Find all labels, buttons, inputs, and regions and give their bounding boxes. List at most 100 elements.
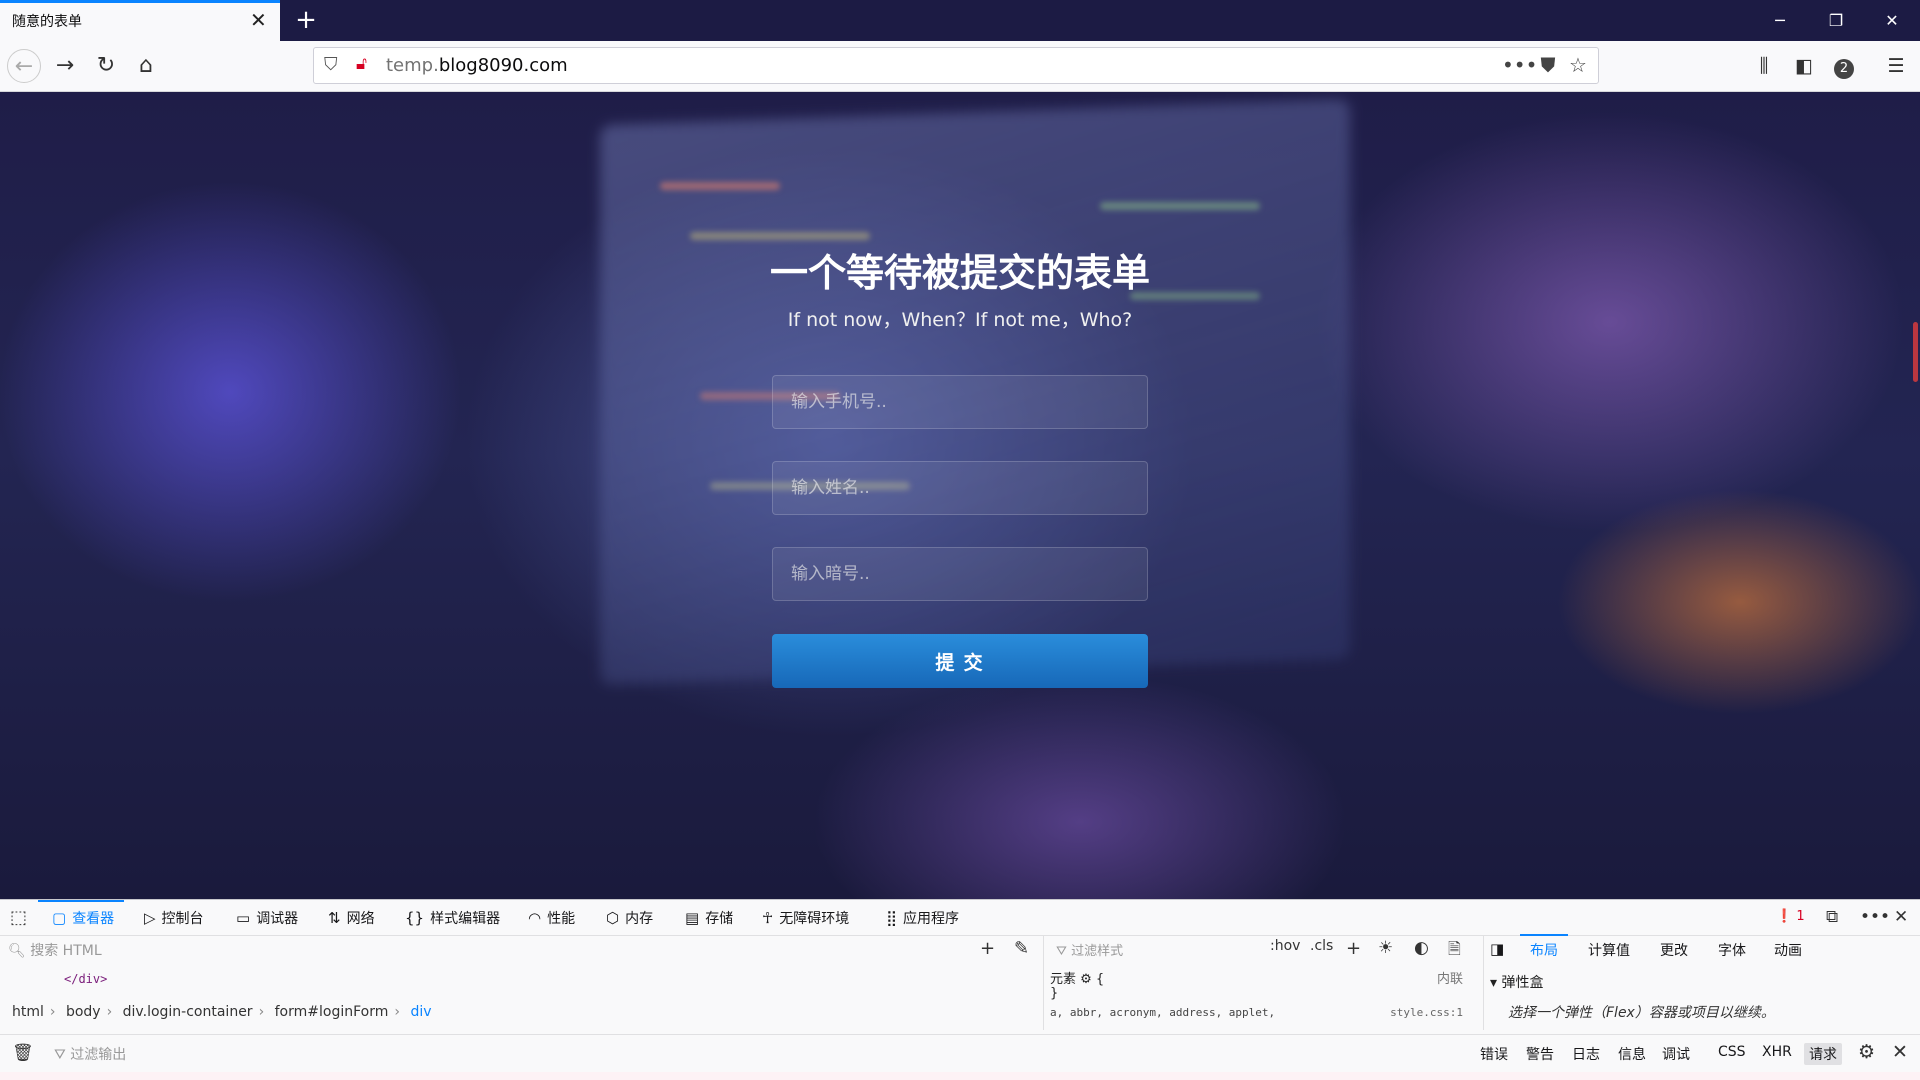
rules-pane: ⛛ 过滤样式 :hov .cls + ☀ ◐ 🗎︎ 元素 ⚙ { 内联 } a,…	[1044, 936, 1484, 1030]
dark-mode-icon[interactable]: ◐	[1414, 938, 1429, 958]
tab-application[interactable]: ⣿ 应用程序	[886, 900, 959, 936]
console-output	[0, 1072, 1920, 1080]
breadcrumb: html › body › div.login-container › form#lo…	[12, 1004, 432, 1020]
filter-logs[interactable]: 日志	[1572, 1044, 1600, 1064]
tab-debugger[interactable]: ▭ 调试器	[236, 900, 298, 936]
flexbox-hint: 选择一个弹性（Flex）容器或项目以继续。	[1508, 1005, 1775, 1021]
page-actions-icon[interactable]: •••	[1502, 53, 1537, 77]
add-node-icon[interactable]: +	[980, 938, 995, 959]
code-input[interactable]	[772, 547, 1148, 601]
home-icon[interactable]: ⌂	[129, 49, 163, 83]
close-devtools-icon[interactable]: ✕	[1894, 907, 1908, 927]
breadcrumb-item[interactable]: body	[66, 1004, 101, 1020]
tab-memory[interactable]: ⬡ 内存	[606, 900, 653, 936]
sidebar-icon[interactable]: ◧	[1788, 50, 1820, 82]
flexbox-section[interactable]: ▾ 弹性盒	[1490, 972, 1543, 992]
tab-network[interactable]: ⇅ 网络	[328, 900, 375, 936]
form-title: 一个等待被提交的表单	[769, 251, 1150, 295]
error-count-badge[interactable]: ❗ 1	[1776, 909, 1805, 924]
insecure-lock-icon[interactable]: 🔓︎	[356, 54, 367, 74]
account-icon[interactable]: 2	[1828, 50, 1860, 82]
element-rule: 元素 ⚙ {	[1050, 972, 1105, 987]
devtools-toolbar: ⬚ ▢ 查看器 ▷ 控制台 ▭ 调试器 ⇅ 网络 {} 样式编辑器 ◠ 性能 ⬡ 内存 ▤ 存储…	[0, 900, 1920, 936]
filter-output-field[interactable]: ⛛ 过滤输出	[54, 1044, 126, 1064]
scroll-indicator[interactable]	[1913, 322, 1918, 382]
tab-accessibility[interactable]: ☥ 无障碍环境	[762, 900, 849, 936]
close-console-icon[interactable]: ✕	[1892, 1041, 1908, 1063]
tracking-shield-icon[interactable]: ⛉	[324, 54, 338, 75]
markup-code-line[interactable]: </div>	[64, 972, 107, 986]
close-tab-icon[interactable]: ✕	[250, 9, 267, 31]
login-form: 一个等待被提交的表单 If not now，When？If not me，Who…	[0, 92, 1920, 899]
tab-performance[interactable]: ◠ 性能	[528, 900, 575, 936]
search-html-field[interactable]: 🔍︎ 搜索 HTML	[8, 940, 102, 960]
form-subtitle: If not now，When？If not me，Who?	[787, 309, 1133, 331]
filter-errors[interactable]: 错误	[1480, 1044, 1508, 1064]
debugger-icon: ▭	[236, 909, 251, 927]
console-icon: ▷	[144, 909, 156, 927]
minimize-icon[interactable]: ─	[1752, 0, 1808, 41]
pocket-icon[interactable]: ⛊	[1534, 53, 1562, 77]
phone-input[interactable]	[772, 375, 1148, 429]
bookmark-star-icon[interactable]: ☆	[1564, 53, 1592, 77]
restore-icon[interactable]: ❐	[1808, 0, 1864, 41]
network-icon: ⇅	[328, 909, 341, 927]
back-icon[interactable]: ←	[7, 49, 41, 83]
light-mode-icon[interactable]: ☀	[1378, 938, 1393, 958]
new-tab-button[interactable]: +	[290, 4, 322, 36]
filter-info[interactable]: 信息	[1618, 1044, 1646, 1064]
breadcrumb-item[interactable]: form#loginForm	[275, 1004, 389, 1020]
menu-icon[interactable]: ☰	[1880, 50, 1912, 82]
console-settings-icon[interactable]: ⚙	[1858, 1041, 1875, 1063]
add-rule-icon[interactable]: +	[1346, 938, 1361, 959]
navigation-bar: ← → ↻ ⌂ ⛉ 🔓︎ temp.blog8090.com ••• ⛊ ☆ ⫼…	[0, 41, 1920, 92]
breadcrumb-item[interactable]: div.login-container	[123, 1004, 253, 1020]
library-icon[interactable]: ⫼	[1748, 50, 1780, 82]
tab-fonts[interactable]: 字体	[1718, 940, 1746, 960]
toggle-sidebar-icon[interactable]: ◨	[1490, 940, 1504, 958]
tab-console[interactable]: ▷ 控制台	[144, 900, 204, 936]
markup-pane: 🔍︎ 搜索 HTML + ✎ </div> html › body › div.lo…	[0, 936, 1044, 1030]
tab-layout[interactable]: 布局	[1520, 934, 1568, 960]
rule-inline-label: 内联	[1436, 972, 1463, 987]
filter-debug[interactable]: 调试	[1662, 1044, 1690, 1064]
title-bar: 随意的表单 ✕ + ─ ❐ ✕	[0, 0, 1920, 41]
tab-storage[interactable]: ▤ 存储	[685, 900, 733, 936]
submit-button[interactable]: 提 交	[772, 634, 1148, 688]
filter-warnings[interactable]: 警告	[1526, 1044, 1554, 1064]
tab-inspector[interactable]: ▢ 查看器	[37, 900, 125, 936]
breadcrumb-item[interactable]: div	[410, 1004, 431, 1020]
dock-icon[interactable]: ⧉	[1826, 907, 1838, 927]
rule-source-link[interactable]: style.css:1	[1390, 1006, 1463, 1019]
filter-xhr[interactable]: XHR	[1762, 1044, 1792, 1060]
eyedropper-icon[interactable]: ✎	[1014, 938, 1029, 959]
window-close-icon[interactable]: ✕	[1864, 0, 1920, 41]
print-media-icon[interactable]: 🗎︎	[1448, 938, 1461, 965]
rule-selectors: a, abbr, acronym, address, applet,	[1050, 1006, 1276, 1019]
application-icon: ⣿	[886, 909, 897, 927]
filter-css[interactable]: CSS	[1718, 1044, 1746, 1060]
filter-styles-field[interactable]: ⛛ 过滤样式	[1056, 940, 1123, 959]
filter-requests[interactable]: 请求	[1804, 1043, 1842, 1065]
trash-icon[interactable]: 🗑︎	[12, 1043, 34, 1063]
more-options-icon[interactable]: •••	[1860, 907, 1890, 927]
tab-computed[interactable]: 计算值	[1588, 940, 1630, 960]
performance-icon: ◠	[528, 909, 542, 927]
tab-style-editor[interactable]: {} 样式编辑器	[405, 900, 500, 936]
url-bar[interactable]: ⛉ 🔓︎ temp.blog8090.com ••• ⛊ ☆	[313, 47, 1599, 84]
name-input[interactable]	[772, 461, 1148, 515]
forward-icon[interactable]: →	[48, 49, 82, 83]
tab-changes[interactable]: 更改	[1660, 940, 1688, 960]
cls-toggle[interactable]: .cls	[1310, 938, 1333, 954]
rule-close: }	[1050, 986, 1059, 1001]
url-text[interactable]: temp.blog8090.com	[386, 55, 568, 76]
tab-animations[interactable]: 动画	[1774, 940, 1802, 960]
devtools-panel: ⬚ ▢ 查看器 ▷ 控制台 ▭ 调试器 ⇅ 网络 {} 样式编辑器 ◠ 性能 ⬡ 内存 ▤ 存储…	[0, 899, 1920, 1080]
hov-toggle[interactable]: :hov	[1270, 938, 1300, 954]
element-picker-icon[interactable]: ⬚	[10, 907, 27, 928]
browser-tab[interactable]: 随意的表单 ✕	[0, 0, 280, 41]
accessibility-icon: ☥	[762, 909, 774, 927]
style-editor-icon: {}	[405, 909, 425, 927]
reload-icon[interactable]: ↻	[89, 49, 123, 83]
breadcrumb-item[interactable]: html	[12, 1004, 44, 1020]
